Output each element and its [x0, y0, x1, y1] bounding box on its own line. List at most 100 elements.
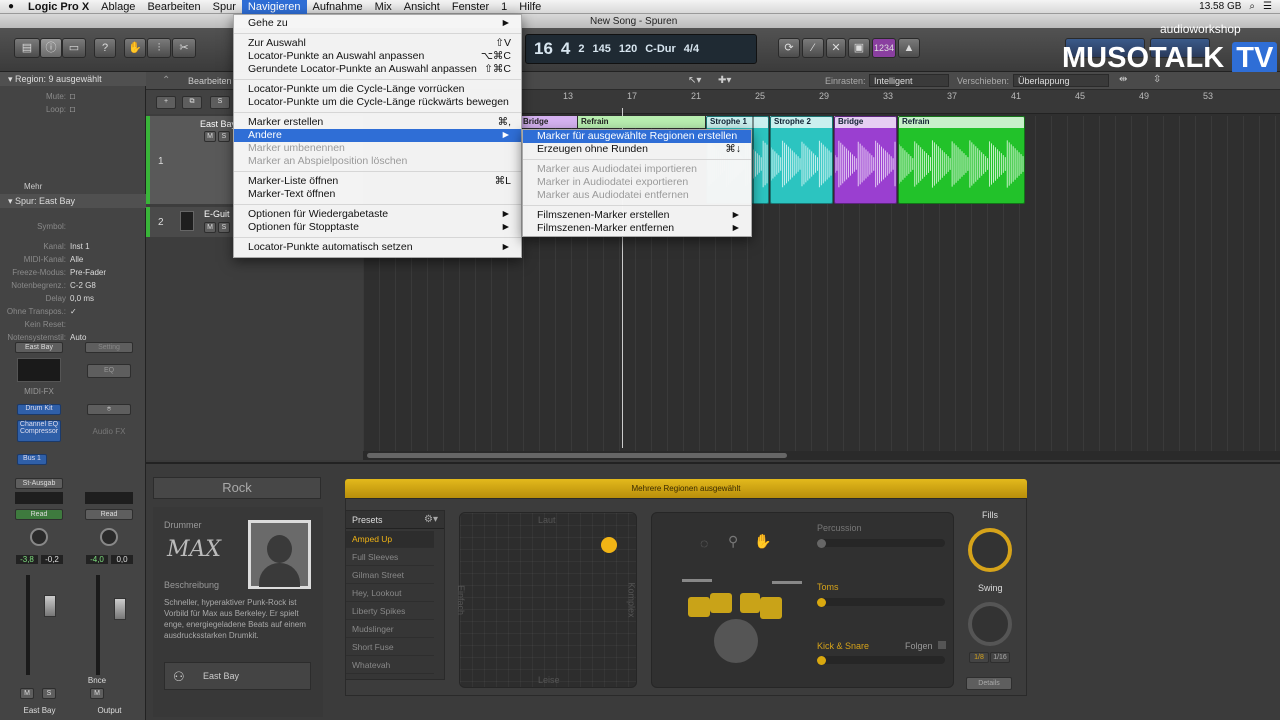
inspector-row[interactable]: Kanal: Inst 1: [0, 242, 146, 254]
drummer-region[interactable]: Refrain: [898, 116, 1025, 204]
menu-item-locator-punkte-um-die-cycle-länge-rückwärts-bewegen[interactable]: Locator-Punkte um die Cycle-Länge rückwä…: [234, 96, 521, 109]
menu-item-zur-auswahl[interactable]: Zur Auswahl ⇧V: [234, 37, 521, 50]
marker-refrain[interactable]: Refrain: [578, 116, 705, 128]
menu-item-locator-punkte-um-die-cycle-länge-vorrücken[interactable]: Locator-Punkte um die Cycle-Länge vorrüc…: [234, 83, 521, 96]
smart-controls-button[interactable]: ✋: [124, 38, 146, 58]
pan-knob[interactable]: [100, 528, 118, 546]
menu-item-erzeugen-ohne-runden[interactable]: Erzeugen ohne Runden ⌘↓: [523, 143, 751, 156]
inspector-row[interactable]: Freeze-Modus: Pre-Fader: [0, 268, 146, 280]
menu-item-optionen-für-stopptaste[interactable]: Optionen für Stopptaste ►: [234, 221, 521, 234]
drag-select[interactable]: Überlappung: [1013, 74, 1109, 87]
menu-ablage[interactable]: Ablage: [95, 0, 141, 14]
pan-knob[interactable]: [30, 528, 48, 546]
preset-item[interactable]: Hey, Lookout: [346, 585, 434, 602]
gear-icon[interactable]: ⚙▾: [424, 514, 438, 525]
setting-button[interactable]: Setting: [85, 342, 133, 353]
count-in-button[interactable]: 1234: [872, 38, 896, 58]
drummer-region[interactable]: Bridge: [834, 116, 897, 204]
menu-item-marker-für-ausgewählte-regionen-erstellen[interactable]: Marker für ausgewählte Regionen erstelle…: [523, 130, 751, 143]
automation-read-button[interactable]: Read: [15, 509, 63, 520]
lcd-display[interactable]: 16 4 2 145 120 C-Dur 4/4: [525, 34, 757, 64]
menu-item-locator-punkte-automatisch-setzen[interactable]: Locator-Punkte automatisch setzen ►: [234, 241, 521, 254]
menu-item-optionen-für-wiedergabetaste[interactable]: Optionen für Wiedergabetaste ►: [234, 208, 521, 221]
automation-read-button[interactable]: Read: [85, 509, 133, 520]
menu-hilfe[interactable]: Hilfe: [513, 0, 547, 14]
volume-fader[interactable]: [44, 595, 56, 617]
solo-filter-button[interactable]: S: [210, 96, 230, 109]
menu-item-locator-punkte-an-auswahl-anpassen[interactable]: Locator-Punkte an Auswahl anpassen ⌥⌘C: [234, 50, 521, 63]
toms-slider[interactable]: [817, 598, 945, 607]
pencil-tool-icon[interactable]: ✚▾: [718, 75, 731, 86]
replace-button[interactable]: ▣: [848, 38, 870, 58]
inspector-row[interactable]: Kein Reset:: [0, 320, 146, 332]
bounce-label[interactable]: Bnce: [82, 676, 112, 685]
eq-button[interactable]: EQ: [87, 364, 131, 378]
pointer-tool-icon[interactable]: ↖▾: [688, 75, 701, 86]
solo-button[interactable]: ✕: [826, 38, 846, 58]
help-button[interactable]: ?: [94, 38, 116, 58]
follow-checkbox[interactable]: [938, 641, 946, 649]
cycle-button[interactable]: ⟳: [778, 38, 800, 58]
inspector-row[interactable]: Symbol:: [0, 222, 146, 234]
inspector-button[interactable]: ⓘ: [40, 38, 62, 58]
menu-1[interactable]: 1: [495, 0, 513, 14]
menu-spur[interactable]: Spur: [207, 0, 242, 14]
audio-fx-label[interactable]: Audio FX: [85, 427, 133, 436]
instrument-slot[interactable]: Drum Kit: [17, 404, 61, 415]
fills-knob[interactable]: [968, 528, 1012, 572]
inspector-value[interactable]: 0,0 ms: [70, 294, 94, 303]
duplicate-track-button[interactable]: ⧉: [182, 96, 202, 109]
inspector-row[interactable]: Ohne Transpos.: ✓: [0, 307, 146, 319]
kit-selector[interactable]: ⚇ East Bay: [164, 662, 311, 690]
menu-item-gehe-zu[interactable]: Gehe zu ►: [234, 17, 521, 30]
mute-button[interactable]: M: [90, 688, 104, 699]
menu-item-marker-text-öffnen[interactable]: Marker-Text öffnen: [234, 188, 521, 201]
menu-item-andere[interactable]: Andere ►: [234, 129, 521, 142]
zoom-horizontal-icon[interactable]: ⇹: [1119, 74, 1127, 85]
group-slot[interactable]: [15, 492, 63, 504]
shaker-icon[interactable]: ◌: [700, 535, 708, 551]
preset-item[interactable]: Whatevah: [346, 657, 434, 674]
toolbar-button[interactable]: ▭: [62, 38, 86, 58]
snap-select[interactable]: Intelligent: [869, 74, 949, 87]
clap-icon[interactable]: ✋: [754, 533, 771, 550]
apple-icon[interactable]: ●: [0, 0, 22, 14]
inspector-row[interactable]: MIDI-Kanal: Alle: [0, 255, 146, 267]
preset-item[interactable]: Mudslinger: [346, 621, 434, 638]
region-inspector-header[interactable]: ▾ Region: 9 ausgewählt: [0, 72, 146, 86]
list-icon[interactable]: ☰: [1263, 0, 1272, 14]
inspector-value[interactable]: Alle: [70, 255, 83, 264]
menu-item-marker-liste-öffnen[interactable]: Marker-Liste öffnen ⌘L: [234, 175, 521, 188]
setting-button[interactable]: East Bay: [15, 342, 63, 353]
xy-pad[interactable]: Laut Leise Einfach Komplex: [456, 512, 637, 688]
arrow-up-icon[interactable]: ⌃: [162, 75, 170, 86]
swing-knob[interactable]: [968, 602, 1012, 646]
quantize-1-16-button[interactable]: 1/16: [990, 652, 1010, 663]
menu-item-gerundete-locator-punkte-an-auswahl-anpassen[interactable]: Gerundete Locator-Punkte an Auswahl anpa…: [234, 63, 521, 76]
inspector-row[interactable]: Notenbegrenz.: C-2 G8: [0, 281, 146, 293]
track-solo-button[interactable]: S: [218, 131, 230, 142]
preset-item[interactable]: Full Sleeves: [346, 549, 434, 566]
preset-item[interactable]: Amped Up: [346, 531, 434, 548]
link-icon[interactable]: ⌾: [87, 404, 131, 415]
menu-item-filmszenen-marker-erstellen[interactable]: Filmszenen-Marker erstellen ►: [523, 209, 751, 222]
percussion-slider[interactable]: [817, 539, 945, 548]
menu-navigieren[interactable]: Navigieren: [241, 0, 307, 14]
menu-ansicht[interactable]: Ansicht: [398, 0, 446, 14]
group-slot[interactable]: [85, 492, 133, 504]
loop-checkbox[interactable]: □: [70, 105, 75, 114]
track-solo-button[interactable]: S: [218, 222, 230, 233]
preset-item[interactable]: Liberty Spikes: [346, 603, 434, 620]
menu-item-filmszenen-marker-entfernen[interactable]: Filmszenen-Marker entfernen ►: [523, 222, 751, 235]
add-track-button[interactable]: +: [156, 96, 176, 109]
track-mute-button[interactable]: M: [204, 222, 216, 233]
solo-button-strip[interactable]: S: [42, 688, 56, 699]
preset-item[interactable]: Short Fuse: [346, 639, 434, 656]
menu-app[interactable]: Logic Pro X: [22, 0, 95, 14]
midi-fx-label[interactable]: MIDI-FX: [15, 387, 63, 396]
marker-bridge[interactable]: Bridge: [520, 116, 577, 128]
drum-kit-illustration[interactable]: [682, 571, 802, 671]
edit-menu[interactable]: Bearbeiten: [188, 76, 232, 86]
menu-aufnahme[interactable]: Aufnahme: [307, 0, 369, 14]
xy-puck[interactable]: [601, 537, 617, 553]
